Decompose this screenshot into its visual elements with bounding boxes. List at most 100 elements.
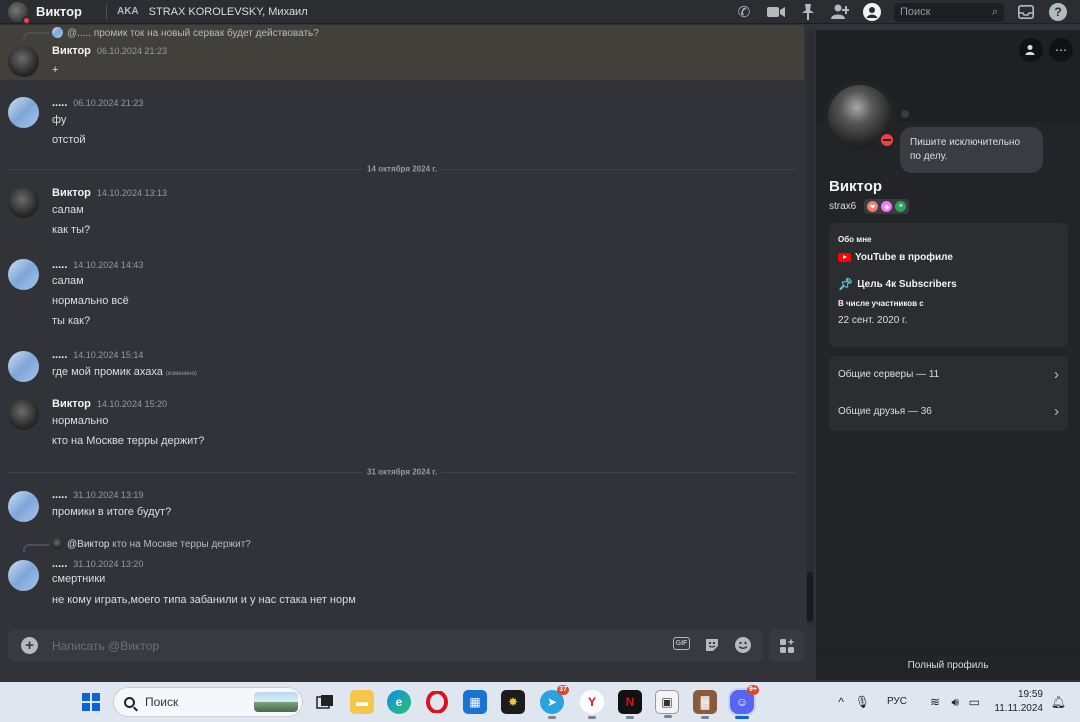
- attach-plus-icon[interactable]: +: [21, 637, 38, 654]
- dnd-status-icon: [22, 15, 31, 25]
- telegram-icon[interactable]: ➤ 37: [540, 685, 569, 719]
- sticker-icon[interactable]: [703, 637, 721, 653]
- about-heading: Обо мне: [838, 235, 872, 244]
- avatar[interactable]: [8, 491, 39, 522]
- reply-preview[interactable]: @Виктор кто на Москве терры держит?: [52, 538, 251, 550]
- file-explorer-icon[interactable]: ▬: [350, 690, 374, 714]
- add-friend-button[interactable]: [1019, 38, 1043, 62]
- message-author[interactable]: Виктор 06.10.2024 21:23: [52, 45, 167, 57]
- emoji-icon[interactable]: [734, 637, 752, 653]
- message-text: ты как?: [52, 315, 91, 327]
- app-icon-image[interactable]: ▓: [693, 690, 717, 719]
- message-input[interactable]: [52, 636, 552, 656]
- battery-icon[interactable]: ▭: [969, 695, 980, 709]
- help-button[interactable]: ?: [1046, 2, 1070, 22]
- avatar[interactable]: [8, 560, 39, 591]
- channel-title: Виктор: [36, 4, 82, 19]
- apps-icon: [779, 638, 794, 653]
- about-line: 📌︎ Цель 4к Subscribers: [838, 277, 957, 291]
- reply-connector: [23, 544, 49, 552]
- hypesquad-badge-icon[interactable]: ❤: [867, 201, 879, 212]
- message-author[interactable]: ..... 31.10.2024 13:19: [52, 489, 143, 501]
- opera-icon[interactable]: [425, 690, 449, 714]
- reply-avatar: [52, 27, 63, 38]
- youtube-icon: [838, 253, 851, 262]
- message-author[interactable]: ..... 31.10.2024 13:20: [52, 558, 143, 570]
- wifi-icon[interactable]: ≋: [930, 695, 940, 709]
- reply-preview[interactable]: @..... промик ток на новый сервак будет …: [52, 27, 319, 39]
- yandex-browser-icon[interactable]: Y: [580, 690, 604, 719]
- full-profile-button[interactable]: Полный профиль: [816, 650, 1080, 680]
- windows-start-icon[interactable]: [82, 693, 100, 711]
- avatar[interactable]: [8, 259, 39, 290]
- telegram-badge: 37: [557, 685, 569, 695]
- mutual-friends-row[interactable]: Общие друзья — 36 ›: [829, 393, 1068, 430]
- microphone-icon[interactable]: 🎙︎: [855, 695, 870, 709]
- chevron-right-icon: ›: [1054, 403, 1059, 420]
- app-icon-window[interactable]: ▣: [655, 690, 679, 718]
- message-timestamp: 31.10.2024 13:20: [73, 559, 144, 569]
- message-text: где мой промик ахаха (изменено): [52, 366, 197, 378]
- apps-button[interactable]: [769, 629, 804, 662]
- voice-call-icon[interactable]: ✆: [732, 2, 756, 22]
- language-indicator[interactable]: РУС: [887, 696, 907, 707]
- app-icon-star[interactable]: ✸: [501, 690, 525, 714]
- mutual-card: Общие серверы — 11 › Общие друзья — 36 ›: [829, 356, 1068, 431]
- custom-status-bubble: Пишите исключительно по делу.: [900, 127, 1043, 173]
- message-author[interactable]: ..... 14.10.2024 15:14: [52, 349, 143, 361]
- message-text: салам: [52, 275, 84, 287]
- video-call-icon[interactable]: [764, 2, 788, 22]
- windows-taskbar: Поиск ▬ e ▦ ✸ ➤ 37 Y N ▣ ▓ ☺ 9+ ^ 🎙︎ РУС ≋…: [0, 682, 1080, 722]
- dm-avatar: [8, 1, 31, 25]
- avatar[interactable]: [8, 187, 39, 218]
- chat-scrollbar[interactable]: [806, 30, 814, 626]
- user-profile-toggle-icon[interactable]: [860, 2, 884, 22]
- add-friends-to-dm-icon[interactable]: [828, 2, 852, 22]
- avatar[interactable]: [8, 351, 39, 382]
- nitro-gem-badge-icon[interactable]: ◆: [881, 201, 893, 212]
- search-highlight-image: [254, 692, 298, 712]
- message-list[interactable]: @..... промик ток на новый сервак будет …: [0, 25, 804, 627]
- avatar[interactable]: [8, 399, 39, 430]
- microsoft-store-icon[interactable]: ▦: [463, 690, 487, 714]
- message-timestamp: 14.10.2024 14:43: [73, 260, 144, 270]
- system-clock[interactable]: 19:59 11.11.2024: [994, 688, 1043, 716]
- edge-icon[interactable]: e: [387, 690, 411, 714]
- avatar[interactable]: [8, 46, 39, 77]
- message-author[interactable]: ..... 14.10.2024 14:43: [52, 259, 143, 271]
- inbox-icon[interactable]: [1014, 2, 1038, 22]
- message-timestamp: 14.10.2024 15:20: [96, 399, 167, 409]
- pinned-messages-icon[interactable]: [796, 2, 820, 22]
- message-author[interactable]: Виктор 14.10.2024 13:13: [52, 187, 167, 199]
- taskbar-search[interactable]: Поиск: [113, 687, 303, 717]
- profile-avatar[interactable]: [824, 81, 896, 153]
- message-author[interactable]: Виктор 14.10.2024 15:20: [52, 398, 167, 410]
- gif-button[interactable]: GIF: [673, 637, 690, 650]
- more-options-button[interactable]: ⋯: [1049, 38, 1073, 62]
- message-text: нормально всё: [52, 295, 129, 307]
- search-placeholder: Поиск: [900, 6, 931, 18]
- scrollbar-thumb[interactable]: [807, 572, 813, 622]
- notification-bell-icon[interactable]: 🔔︎: [1051, 695, 1066, 709]
- quest-badge-icon[interactable]: ≡: [895, 201, 907, 212]
- volume-icon[interactable]: 🔊︎: [951, 695, 959, 710]
- message-author[interactable]: ..... 06.10.2024 21:23: [52, 97, 143, 109]
- message-text: нормально: [52, 415, 109, 427]
- running-indicator: [548, 716, 556, 719]
- tray-overflow-chevron-icon[interactable]: ^: [838, 695, 844, 709]
- message-text: как ты?: [52, 224, 91, 236]
- app-icon-n[interactable]: N: [618, 690, 642, 719]
- taskbar-search-label: Поиск: [145, 695, 179, 709]
- mutual-servers-row[interactable]: Общие серверы — 11 ›: [829, 356, 1068, 393]
- aka-label: AKA: [116, 6, 139, 17]
- message-text: не кому играть,моего типа забанили и у н…: [52, 594, 356, 606]
- about-line: YouTube в профиле: [838, 252, 1059, 263]
- avatar[interactable]: [8, 97, 39, 128]
- task-view-icon[interactable]: [313, 690, 337, 714]
- message-text: салам: [52, 204, 84, 216]
- profile-username: strax6: [829, 201, 857, 212]
- discord-icon[interactable]: ☺ 9+: [728, 685, 759, 719]
- search-input[interactable]: Поиск ⌕: [894, 2, 1004, 22]
- running-indicator: [664, 715, 672, 718]
- message-text: промики в итоге будут?: [52, 506, 172, 518]
